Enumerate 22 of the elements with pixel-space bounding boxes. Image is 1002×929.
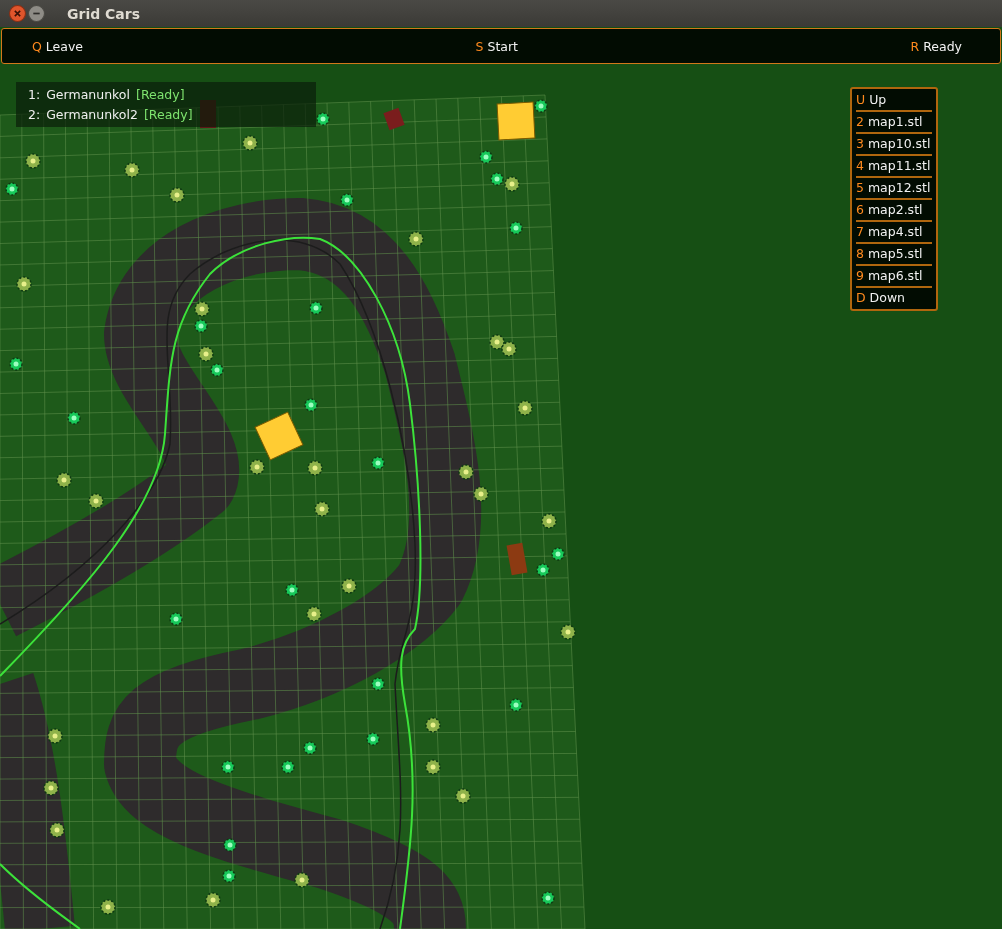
map-menu-item[interactable]: 8 map5.stl: [856, 244, 932, 266]
window-title: Grid Cars: [67, 5, 141, 22]
map-menu-item[interactable]: 6 map2.stl: [856, 200, 932, 222]
map-menu-item[interactable]: U Up: [856, 90, 932, 112]
command-button[interactable]: Q Leave: [32, 38, 83, 54]
command-button[interactable]: R Ready: [910, 38, 962, 54]
player-name: Germanunkol: [46, 86, 130, 104]
map-menu-item[interactable]: D Down: [856, 288, 932, 308]
command-button[interactable]: S Start: [475, 38, 518, 54]
minimize-icon[interactable]: [28, 5, 45, 22]
player-status: [Ready]: [143, 106, 193, 124]
player-number: 2:: [28, 106, 41, 124]
player-name: Germanunkol2: [46, 106, 138, 124]
map-menu-item[interactable]: 4 map11.stl: [856, 156, 932, 178]
map-menu-item[interactable]: 5 map12.stl: [856, 178, 932, 200]
map-menu-item[interactable]: 3 map10.stl: [856, 134, 932, 156]
map-menu-item[interactable]: 9 map6.stl: [856, 266, 932, 288]
player-number: 1:: [28, 86, 41, 104]
map-menu-item[interactable]: 2 map1.stl: [856, 112, 932, 134]
map-menu-item[interactable]: 7 map4.stl: [856, 222, 932, 244]
close-icon[interactable]: [9, 5, 26, 22]
player-status: [Ready]: [136, 86, 185, 104]
